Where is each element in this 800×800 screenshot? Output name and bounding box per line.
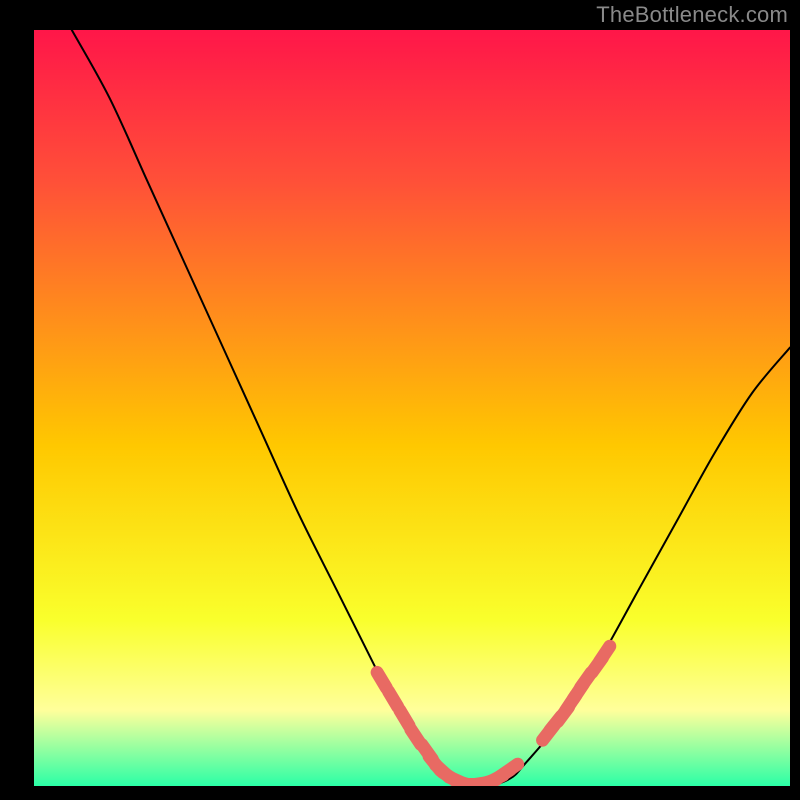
- marker-dot: [377, 672, 386, 687]
- marker-dot: [388, 691, 397, 706]
- bottleneck-chart: [34, 30, 790, 786]
- marker-dot: [503, 764, 518, 774]
- watermark-label: TheBottleneck.com: [596, 2, 788, 28]
- marker-dot: [400, 710, 409, 725]
- marker-dot: [600, 646, 610, 661]
- chart-frame: [34, 30, 790, 786]
- gradient-background: [34, 30, 790, 786]
